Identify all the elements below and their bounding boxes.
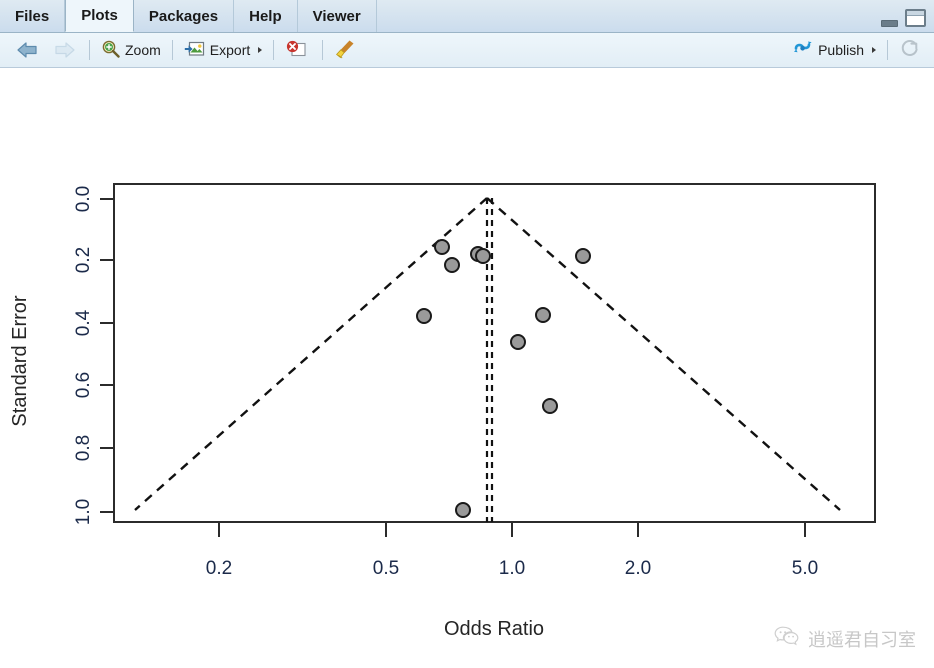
zoom-button[interactable]: Zoom [95,37,167,64]
y-tick-label: 1.0 [73,499,94,525]
y-tick-label: 0.4 [73,309,94,336]
back-arrow-icon [14,40,40,60]
export-image-icon [184,40,205,61]
toolbar-separator-4 [322,40,324,60]
tab-packages-label: Packages [148,7,219,25]
watermark-text: 逍遥君自习室 [808,629,916,651]
y-tick-labels: 0.0 0.2 0.4 0.6 0.8 1.0 [73,186,94,525]
publish-button[interactable]: Publish [787,37,882,64]
zoom-button-label: Zoom [125,42,161,58]
x-axis-title: Odds Ratio [444,618,544,640]
refresh-button[interactable] [893,37,926,64]
reference-lines [485,198,494,522]
pane-tabstrip: Files Plots Packages Help Viewer [0,0,934,33]
tab-files-label: Files [15,7,50,25]
x-tick-labels: 0.2 0.5 1.0 2.0 5.0 [206,558,818,579]
study-points [416,239,591,518]
window-controls [881,9,926,27]
chevron-down-icon[interactable] [258,47,263,53]
x-tick-label: 5.0 [792,558,818,579]
plot-box [113,183,876,523]
next-plot-button[interactable] [46,37,84,64]
x-tick-label: 0.2 [206,558,232,579]
remove-plot-button[interactable] [279,37,317,64]
clear-all-plots-broom-icon [334,39,356,62]
y-axis-ticks [100,198,114,513]
export-button-label: Export [209,42,251,58]
tab-help-label: Help [249,7,282,25]
x-tick-label: 2.0 [625,558,651,579]
remove-plot-icon [285,40,311,61]
tab-files[interactable]: Files [0,0,66,32]
data-point[interactable] [510,334,526,350]
tab-plots[interactable]: Plots [65,0,134,32]
y-axis-title: Standard Error [9,295,31,427]
x-tick-label: 1.0 [499,558,525,579]
toolbar-separator-1 [89,40,90,60]
data-point[interactable] [475,248,491,264]
previous-plot-button[interactable] [8,37,46,64]
clear-all-plots-button[interactable] [328,37,362,64]
x-axis-ticks [218,522,806,537]
refresh-icon [899,38,920,62]
data-point[interactable] [455,502,471,518]
magnifier-plus-icon [101,39,120,61]
maximize-icon[interactable] [905,9,926,27]
y-tick-label: 0.0 [73,186,94,212]
publish-button-label: Publish [818,42,864,58]
data-point[interactable] [416,308,432,324]
y-tick-label: 0.2 [73,247,94,273]
data-point[interactable] [444,257,460,273]
tab-viewer-label: Viewer [312,7,361,25]
tab-packages[interactable]: Packages [134,0,235,32]
export-button[interactable]: Export [178,37,268,64]
tab-help[interactable]: Help [234,0,298,32]
funnel-limit-left [134,197,488,511]
toolbar-separator-5 [887,40,888,60]
x-tick-label: 0.5 [373,558,399,579]
forward-arrow-icon [52,40,78,60]
publish-icon [793,40,813,60]
wechat-icon [774,625,800,652]
y-tick-label: 0.6 [73,372,94,398]
minimize-icon[interactable] [881,20,898,27]
funnel-limit-right [486,197,841,511]
data-point[interactable] [575,248,591,264]
plot-canvas: 0.0 0.2 0.4 0.6 0.8 1.0 Standard Error 0… [0,69,934,668]
data-point[interactable] [434,239,450,255]
chevron-down-icon[interactable] [872,47,876,53]
data-point[interactable] [542,398,558,414]
toolbar-separator-2 [171,40,173,60]
y-tick-label: 0.8 [73,435,94,461]
tab-plots-label: Plots [81,7,118,24]
toolbar-separator-3 [273,40,275,60]
funnel-plot: 0.0 0.2 0.4 0.6 0.8 1.0 Standard Error 0… [9,183,876,640]
watermark: 逍遥君自习室 [774,625,916,652]
data-point[interactable] [535,307,551,323]
tab-viewer[interactable]: Viewer [298,0,377,32]
plots-toolbar: Zoom Export Publish [0,33,934,68]
rstudio-plots-pane: Files Plots Packages Help Viewer Zoom Ex… [0,0,934,668]
